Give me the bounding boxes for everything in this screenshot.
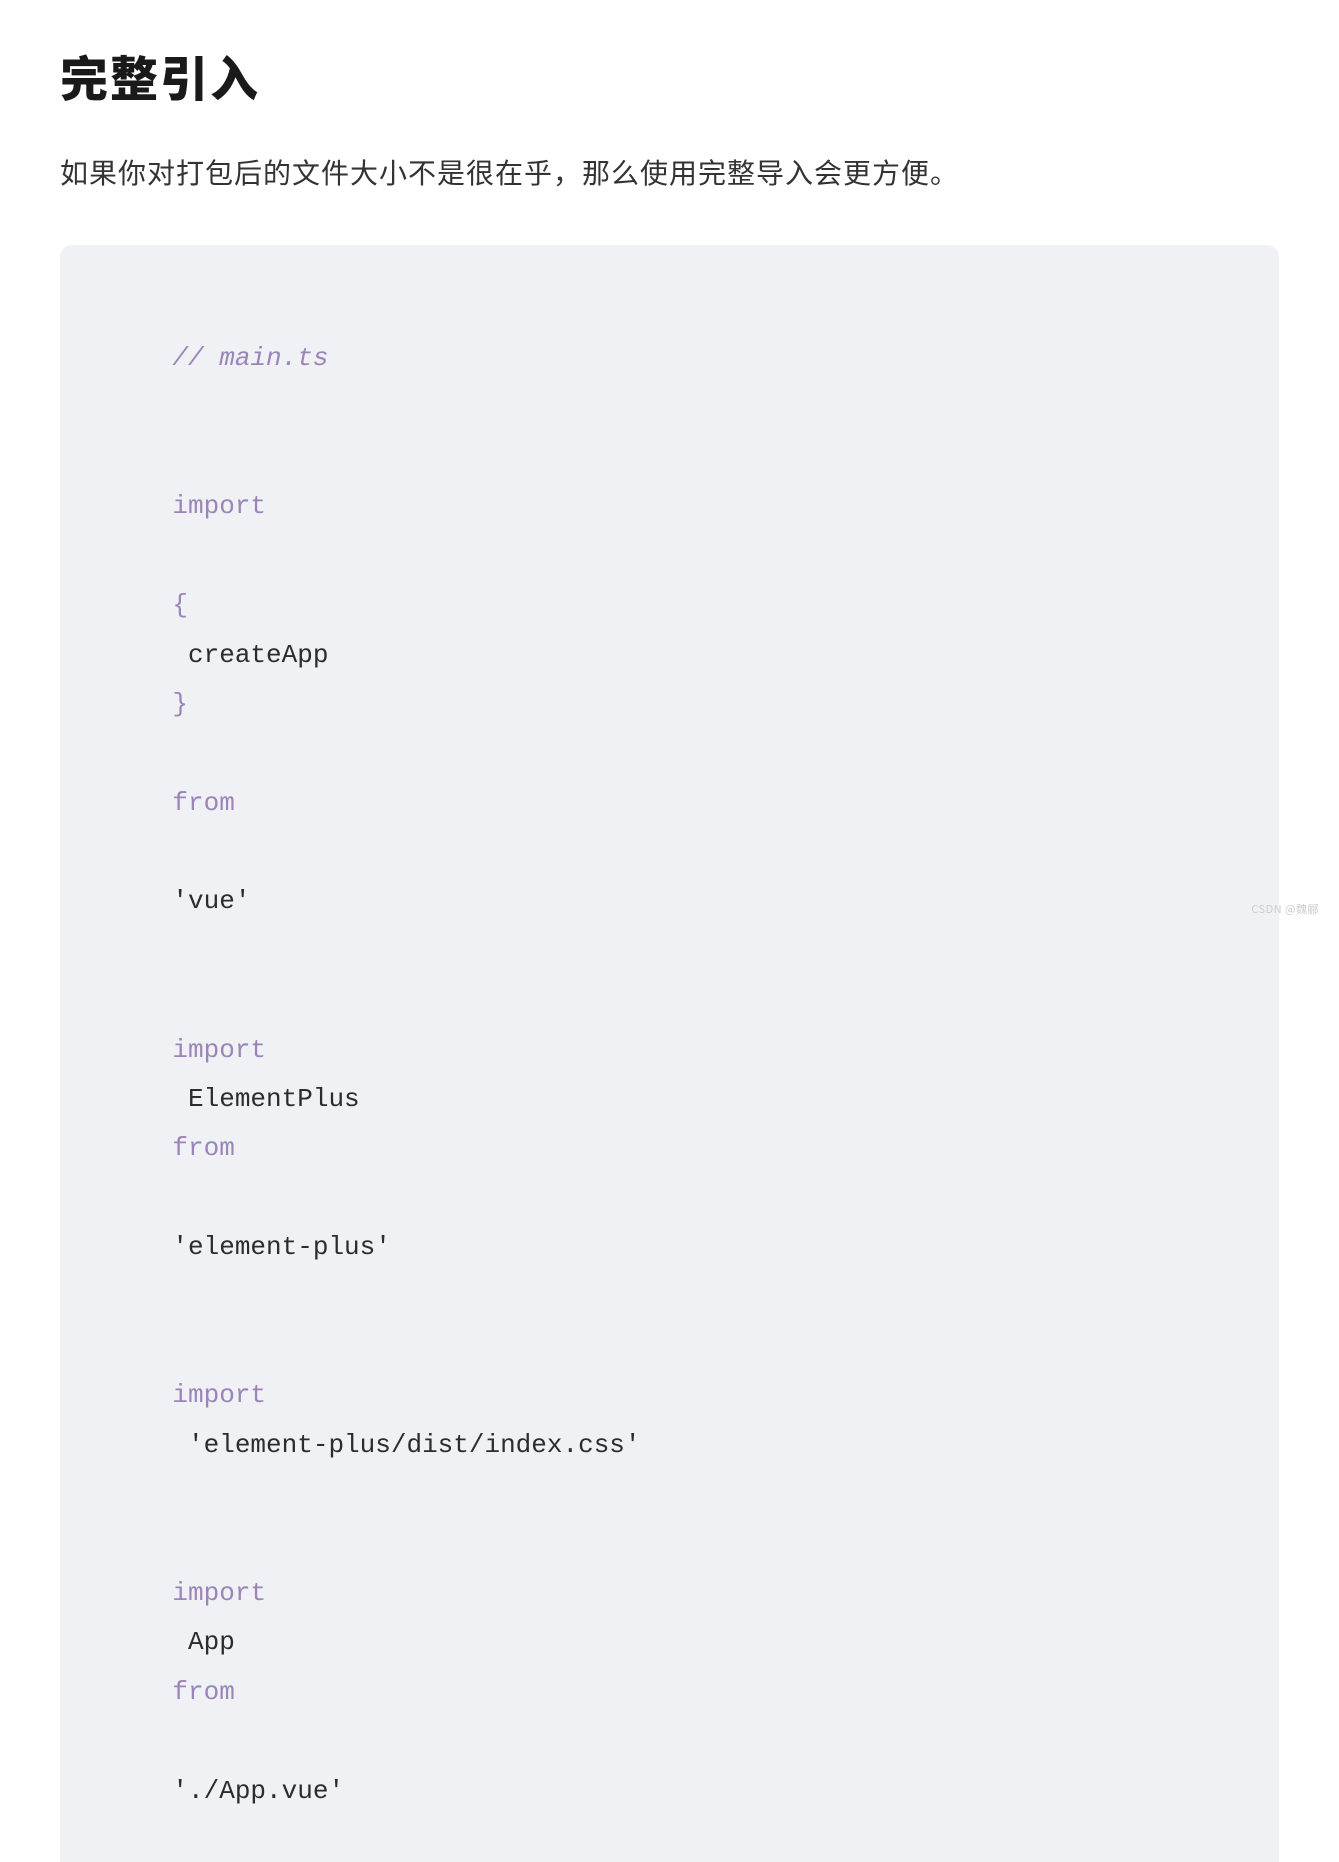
code-comment: // main.ts (110, 285, 1229, 433)
keyword-import-4: import (172, 1578, 266, 1608)
from-2: from (172, 1133, 234, 1163)
space-2 (172, 738, 188, 768)
brace-close-1: } (172, 689, 188, 719)
code-block: // main.ts import { createApp } from 'vu… (60, 245, 1279, 1862)
keyword-import-2: import (172, 1035, 266, 1065)
from-1: from (172, 788, 234, 818)
code-line-2: import ElementPlus from 'element-plus' (110, 976, 1229, 1322)
id-app: App (172, 1627, 250, 1657)
space-4 (172, 1183, 188, 1213)
code-line-4: import App from './App.vue' (110, 1520, 1229, 1862)
watermark: CSDN @魏郦 (1251, 901, 1319, 917)
keyword-import-1: import (172, 491, 266, 521)
keyword-import-3: import (172, 1380, 266, 1410)
space-3 (172, 837, 188, 867)
id-createapp: createApp (172, 640, 344, 670)
space-1 (172, 541, 188, 571)
string-app-vue: './App.vue' (172, 1776, 344, 1806)
subtitle: 如果你对打包后的文件大小不是很在乎，那么使用完整导入会更方便。 (60, 150, 1279, 195)
space-5 (172, 1726, 188, 1756)
string-vue: 'vue' (172, 886, 250, 916)
brace-open-1: { (172, 590, 188, 620)
string-element-plus: 'element-plus' (172, 1232, 390, 1262)
id-elementplus: ElementPlus (172, 1084, 375, 1114)
code-line-3: import 'element-plus/dist/index.css' (110, 1322, 1229, 1520)
page-title: 完整引入 (60, 40, 1279, 110)
code-line-1: import { createApp } from 'vue' (110, 433, 1229, 976)
string-css: 'element-plus/dist/index.css' (172, 1430, 640, 1460)
comment-text: // main.ts (172, 343, 328, 373)
from-4: from (172, 1677, 234, 1707)
